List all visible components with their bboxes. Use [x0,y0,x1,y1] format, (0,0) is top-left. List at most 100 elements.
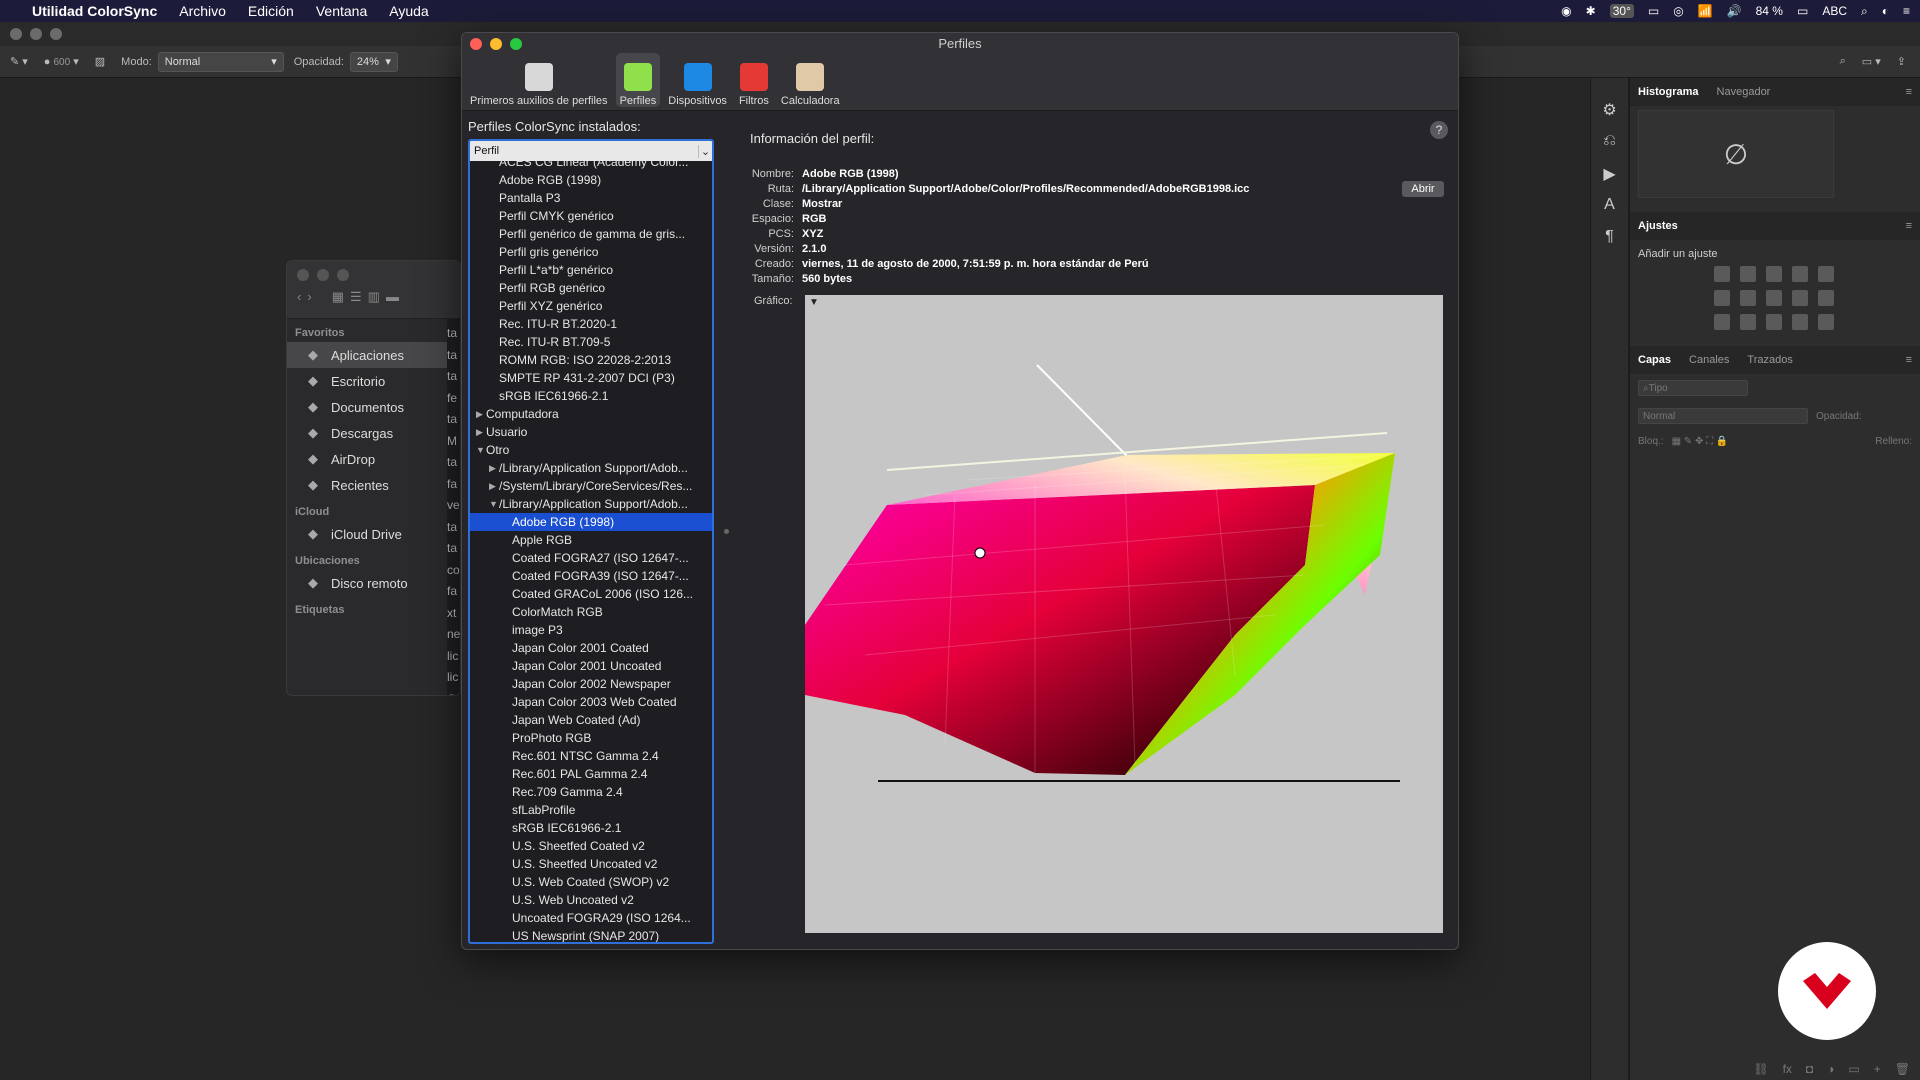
share-icon[interactable]: ⇪ [1897,55,1906,68]
column-cell[interactable]: fa [447,474,460,496]
toolbar-primeros-auxilios-de-perfiles[interactable]: Primeros auxilios de perfiles [466,53,612,107]
profile-row[interactable]: Perfil RGB genérico [470,279,712,297]
bw-icon[interactable] [1766,290,1782,306]
list-view-icon[interactable]: ☰ [350,289,362,305]
profile-row[interactable]: Coated FOGRA39 (ISO 12647-... [470,567,712,585]
column-cell[interactable]: fa [447,581,460,603]
layer-filter-input[interactable]: ⌕ Tipo [1638,380,1748,396]
profile-row[interactable]: U.S. Sheetfed Coated v2 [470,837,712,855]
menu-edicion[interactable]: Edición [248,3,294,19]
photo-filter-icon[interactable] [1792,290,1808,306]
profile-row[interactable]: ▼ Otro [470,441,712,459]
adjustment-layer-icon[interactable]: ◑ [1827,1062,1834,1076]
workspace-icon[interactable]: ▭ ▾ [1862,55,1881,68]
profile-row[interactable]: Perfil L*a*b* genérico [470,261,712,279]
profile-row[interactable]: Japan Color 2003 Web Coated [470,693,712,711]
cc-icon[interactable]: ◎ [1673,4,1683,18]
gamut-graph[interactable]: ▼ [805,295,1443,933]
new-layer-icon[interactable]: + [1874,1062,1881,1076]
profile-row[interactable]: Rec. ITU-R BT.2020-1 [470,315,712,333]
input-source[interactable]: ABC [1822,4,1847,18]
column-cell[interactable]: ta [447,538,460,560]
profile-row[interactable]: Rec.601 NTSC Gamma 2.4 [470,747,712,765]
panel-menu-icon[interactable]: ≡ [1906,220,1912,232]
display-icon[interactable]: ▭ [1648,4,1659,18]
temperature-badge[interactable]: 30° [1609,4,1634,18]
gallery-view-icon[interactable]: ▬ [386,289,399,305]
siri-icon[interactable]: ◐ [1882,4,1889,18]
sidebar-item-documentos[interactable]: ◆ Documentos [287,394,460,420]
profile-list[interactable]: Perfil ⌄ ACES CG Linear (Academy Color..… [468,139,714,944]
tab-histograma[interactable]: Histograma [1638,86,1699,98]
panel-menu-icon[interactable]: ≡ [1906,354,1912,366]
blend-mode-select[interactable]: Normal [1638,408,1808,424]
column-cell[interactable]: ta [447,517,460,539]
profile-row[interactable]: SMPTE RP 431-2-2007 DCI (P3) [470,369,712,387]
wifi-icon[interactable]: 📶 [1698,4,1713,18]
brightness-icon[interactable] [1714,266,1730,282]
profile-row[interactable]: Uncoated FOGRA29 (ISO 1264... [470,909,712,927]
profile-row[interactable]: ▶ Usuario [470,423,712,441]
character-icon[interactable]: A [1598,196,1622,218]
zoom-icon[interactable] [50,28,62,40]
grid-view-icon[interactable]: ▦ [332,289,344,305]
column-cell[interactable]: ne [447,624,460,646]
paragraph-icon[interactable]: ¶ [1598,228,1622,250]
disclosure-triangle-icon[interactable]: ▶ [476,427,486,438]
panel-menu-icon[interactable]: ≡ [1906,86,1912,98]
channel-mixer-icon[interactable] [1818,290,1834,306]
actions-icon[interactable]: ▶ [1598,164,1622,186]
forward-icon[interactable]: › [307,289,311,305]
profile-row[interactable]: Perfil CMYK genérico [470,207,712,225]
back-icon[interactable]: ‹ [297,289,301,305]
properties-icon[interactable]: ⚙ [1598,100,1622,122]
posterize-icon[interactable] [1740,314,1756,330]
invert-icon[interactable] [1714,314,1730,330]
lock-icons[interactable]: ▦ ✎ ✥ ⛶ 🔒 [1672,436,1729,447]
profile-row[interactable]: Japan Color 2002 Newspaper [470,675,712,693]
profile-row[interactable]: Rec.601 PAL Gamma 2.4 [470,765,712,783]
menu-ventana[interactable]: Ventana [316,3,367,19]
close-icon[interactable] [297,269,309,281]
column-cell[interactable]: ta [447,345,460,367]
profile-row[interactable]: ▼/Library/Application Support/Adob... [470,495,712,513]
help-button[interactable]: ? [1430,121,1448,139]
sidebar-item-icloud-drive[interactable]: ◆ iCloud Drive [287,521,460,547]
battery-icon[interactable]: ▭ [1797,4,1808,18]
column-cell[interactable]: xt [447,603,460,625]
tab-ajustes[interactable]: Ajustes [1638,220,1678,232]
profile-row[interactable]: Perfil XYZ genérico [470,297,712,315]
profile-row[interactable]: ACES CG Linear (Academy Color... [470,153,712,171]
menu-ayuda[interactable]: Ayuda [389,3,428,19]
gradient-map-icon[interactable] [1818,314,1834,330]
profile-row[interactable]: Japan Color 2001 Coated [470,639,712,657]
column-cell[interactable]: M [447,431,460,453]
profile-row[interactable]: Adobe RGB (1998) [470,513,712,531]
history-icon[interactable]: ⎌ [1598,132,1622,154]
record-icon[interactable]: ◉ [1561,4,1571,18]
profile-row[interactable]: Rec. ITU-R BT.709-5 [470,333,712,351]
column-view-icon[interactable]: ▥ [368,289,380,305]
profile-row[interactable]: Pantalla P3 [470,189,712,207]
toolbar-filtros[interactable]: Filtros [735,53,773,107]
disclosure-triangle-icon[interactable]: ▼ [489,499,499,509]
profile-row[interactable]: ColorMatch RGB [470,603,712,621]
sidebar-item-escritorio[interactable]: ◆ Escritorio [287,368,460,394]
disclosure-triangle-icon[interactable]: ▼ [476,445,486,455]
fx-icon[interactable]: fx [1783,1062,1792,1076]
toolbar-dispositivos[interactable]: Dispositivos [664,53,731,107]
exposure-icon[interactable] [1792,266,1808,282]
profile-row[interactable]: sRGB IEC61966-2.1 [470,819,712,837]
profile-row[interactable]: Coated GRACoL 2006 (ISO 126... [470,585,712,603]
column-cell[interactable]: ve [447,495,460,517]
brush-size[interactable]: ● 600 ▾ [44,55,79,68]
app-menu[interactable]: Utilidad ColorSync [32,3,157,19]
threshold-icon[interactable] [1766,314,1782,330]
disclosure-triangle-icon[interactable]: ▶ [489,481,499,492]
notification-icon[interactable]: ≡ [1903,4,1910,18]
profile-row[interactable]: image P3 [470,621,712,639]
close-icon[interactable] [10,28,22,40]
battery-text[interactable]: 84 % [1756,4,1783,18]
column-cell[interactable]: ta [447,409,460,431]
toolbar-perfiles[interactable]: Perfiles [615,53,661,107]
